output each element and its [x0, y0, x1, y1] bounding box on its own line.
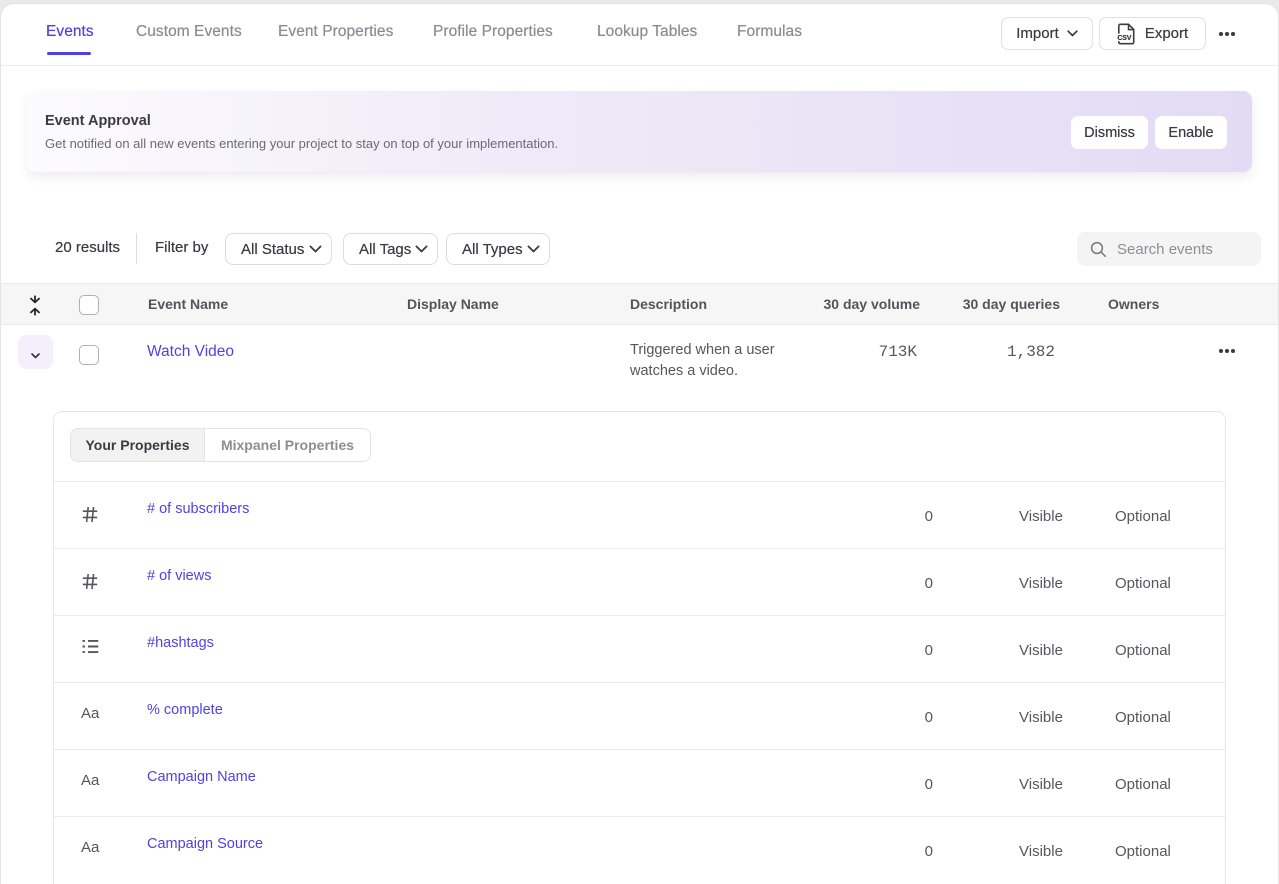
svg-text:CSV: CSV [1117, 35, 1131, 42]
